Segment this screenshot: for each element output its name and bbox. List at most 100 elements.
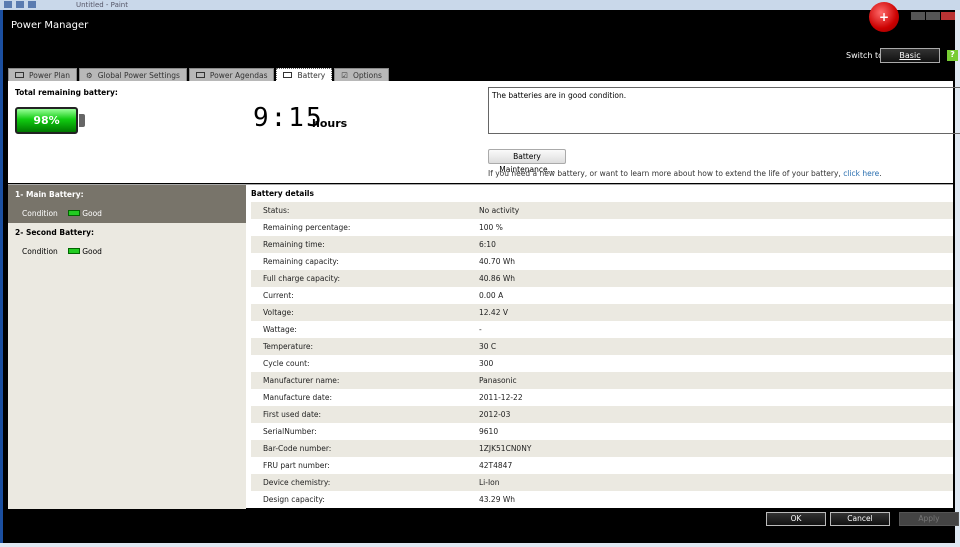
detail-row: Bar-Code number: 1ZJK51CN0NY <box>251 440 953 457</box>
detail-value: Panasonic <box>479 376 517 385</box>
detail-key: Manufacturer name: <box>263 376 340 385</box>
tab-options[interactable]: ☑ Options <box>334 68 389 81</box>
maximize-button[interactable] <box>926 12 940 20</box>
detail-key: Full charge capacity: <box>263 274 341 283</box>
detail-value: 30 C <box>479 342 497 351</box>
detail-key: Cycle count: <box>263 359 310 368</box>
tab-label: Options <box>352 70 382 80</box>
condition-label: Condition <box>22 209 58 218</box>
battery-maintenance-button[interactable]: Battery Maintenance... <box>488 149 566 174</box>
tab-bar: Power Plan ⚙ Global Power Settings Power … <box>8 68 389 82</box>
detail-row: Wattage: - <box>251 321 953 338</box>
detail-value: 6:10 <box>479 240 496 249</box>
detail-key: Manufacture date: <box>263 393 332 402</box>
battery-gauge: 98% <box>15 107 78 134</box>
detail-row: SerialNumber: 9610 <box>251 423 953 440</box>
condition-label: Condition <box>22 247 58 256</box>
detail-row: Voltage: 12.42 V <box>251 304 953 321</box>
battery-name: 1- Main Battery: <box>15 190 84 199</box>
battery-icon <box>67 248 80 254</box>
paint-title: Untitled - Paint <box>76 1 128 9</box>
gear-icon: ⚙ <box>86 70 93 80</box>
detail-row: Temperature: 30 C <box>251 338 953 355</box>
basic-button[interactable]: Basic <box>880 48 940 63</box>
detail-key: Remaining capacity: <box>263 257 339 266</box>
help-icon[interactable]: ? <box>947 50 958 61</box>
detail-value: 40.86 Wh <box>479 274 516 283</box>
detail-row: Remaining percentage: 100 % <box>251 219 953 236</box>
detail-key: Wattage: <box>263 325 297 334</box>
tab-label: Power Plan <box>29 70 71 80</box>
undo-icon[interactable] <box>16 1 24 8</box>
detail-key: Temperature: <box>263 342 314 351</box>
detail-row: Device chemistry: Li-Ion <box>251 474 953 491</box>
detail-value: 9610 <box>479 427 499 436</box>
tab-label: Power Agendas <box>209 70 268 80</box>
save-icon[interactable] <box>4 1 12 8</box>
detail-row: Manufacture date: 2011-12-22 <box>251 389 953 406</box>
detail-value: 42T4847 <box>479 461 513 470</box>
cancel-button[interactable]: Cancel <box>830 512 890 526</box>
detail-row: Full charge capacity: 40.86 Wh <box>251 270 953 287</box>
detail-value: 300 <box>479 359 494 368</box>
checkbox-icon: ☑ <box>341 70 348 80</box>
detail-value: 12.42 V <box>479 308 508 317</box>
redo-icon[interactable] <box>28 1 36 8</box>
detail-value: 1ZJK51CN0NY <box>479 444 532 453</box>
tab-global-power-settings[interactable]: ⚙ Global Power Settings <box>79 68 187 81</box>
detail-value: Li-Ion <box>479 478 500 487</box>
battery-icon <box>283 72 293 78</box>
total-remaining-label: Total remaining battery: <box>15 88 118 97</box>
ok-button[interactable]: OK <box>766 512 826 526</box>
click-here-link[interactable]: click here <box>843 169 879 178</box>
detail-key: Device chemistry: <box>263 478 331 487</box>
condition-value: Good <box>82 247 102 256</box>
battery-detail-area: 1- Main Battery: Condition Good 2- Secon… <box>8 184 953 509</box>
detail-row: Status: No activity <box>251 202 953 219</box>
time-unit: hours <box>312 117 348 130</box>
power-plan-icon <box>15 72 24 78</box>
tab-power-plan[interactable]: Power Plan <box>8 68 78 81</box>
tab-battery[interactable]: Battery <box>276 68 333 82</box>
detail-row: FRU part number: 42T4847 <box>251 457 953 474</box>
detail-row: Cycle count: 300 <box>251 355 953 372</box>
detail-value: No activity <box>479 206 520 215</box>
tab-power-agendas[interactable]: Power Agendas <box>188 68 275 81</box>
detail-value: - <box>479 325 482 334</box>
detail-value: 40.70 Wh <box>479 257 516 266</box>
close-button[interactable] <box>941 12 955 20</box>
battery-item-main[interactable]: 1- Main Battery: Condition Good <box>8 185 246 223</box>
detail-key: Status: <box>263 206 290 215</box>
quick-access-toolbar[interactable] <box>4 1 36 8</box>
details-title: Battery details <box>251 189 314 198</box>
detail-row: Design capacity: 43.29 Wh <box>251 491 953 508</box>
detail-key: First used date: <box>263 410 322 419</box>
detail-key: SerialNumber: <box>263 427 317 436</box>
paint-title-bar: Untitled - Paint <box>0 0 960 10</box>
detail-key: Current: <box>263 291 294 300</box>
detail-row: Remaining time: 6:10 <box>251 236 953 253</box>
detail-row: Current: 0.00 A <box>251 287 953 304</box>
status-message-box: The batteries are in good condition. <box>488 87 960 134</box>
app-title: Power Manager <box>11 20 89 31</box>
apply-button[interactable]: Apply <box>899 512 959 526</box>
detail-row: Remaining capacity: 40.70 Wh <box>251 253 953 270</box>
detail-key: Voltage: <box>263 308 294 317</box>
power-manager-window: Power Manager + Switch to: Basic ? Power… <box>0 2 960 543</box>
battery-icon <box>67 210 80 216</box>
minimize-button[interactable] <box>911 12 925 20</box>
window-controls <box>911 12 955 20</box>
detail-value: 2011-12-22 <box>479 393 523 402</box>
detail-value: 0.00 A <box>479 291 504 300</box>
tab-label: Battery <box>297 70 326 80</box>
battery-summary: Total remaining battery: 98% 9:15 hours … <box>8 81 960 183</box>
battery-item-second[interactable]: 2- Second Battery: Condition Good <box>8 223 246 261</box>
battery-name: 2- Second Battery: <box>15 228 94 237</box>
detail-key: Remaining time: <box>263 240 325 249</box>
detail-key: FRU part number: <box>263 461 330 470</box>
battery-list: 1- Main Battery: Condition Good 2- Secon… <box>8 185 246 509</box>
hint-text: If you need a new battery, or want to le… <box>488 169 844 178</box>
battery-details: Battery details Status: No activity Remain… <box>251 185 953 508</box>
battery-gauge-nub <box>79 114 85 127</box>
detail-value: 2012-03 <box>479 410 511 419</box>
